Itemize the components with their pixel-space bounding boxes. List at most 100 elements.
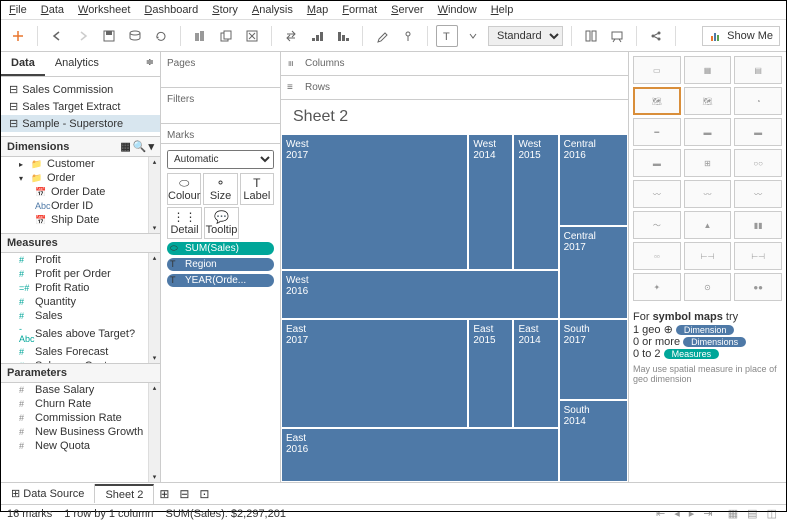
show-me-button[interactable]: Show Me	[702, 26, 780, 46]
chart-type-thumb[interactable]: ▬	[734, 118, 782, 146]
chart-type-thumb[interactable]: ✦	[633, 273, 681, 301]
chart-type-thumb[interactable]: ⊙	[684, 273, 732, 301]
chart-type-thumb[interactable]: ▲	[684, 211, 732, 239]
measure-field[interactable]: -AbcSales above Target?	[1, 323, 160, 345]
parameter-field[interactable]: #Base Salary	[1, 383, 160, 397]
tab-data[interactable]: Data	[1, 52, 45, 76]
presentation-icon[interactable]	[606, 25, 628, 47]
sheet-title[interactable]: Sheet 2	[281, 100, 628, 134]
share-icon[interactable]	[645, 25, 667, 47]
parameter-field[interactable]: #Churn Rate	[1, 397, 160, 411]
treemap-cell[interactable]: West2014	[468, 134, 513, 270]
dimension-field[interactable]: AbcOrder ID	[1, 199, 160, 213]
fit-selector[interactable]: Standard	[488, 26, 563, 46]
filters-shelf[interactable]: Filters	[161, 88, 280, 124]
chart-type-thumb[interactable]: ●●	[734, 273, 782, 301]
label-icon[interactable]: T	[436, 25, 458, 47]
menu-server[interactable]: Server	[391, 4, 423, 16]
menu-map[interactable]: Map	[307, 4, 328, 16]
dimension-field[interactable]: ▸📁Customer	[1, 157, 160, 171]
parameter-field[interactable]: #Commission Rate	[1, 411, 160, 425]
rows-shelf[interactable]: Rows	[281, 76, 628, 100]
parameter-field[interactable]: #New Business Growth	[1, 425, 160, 439]
forward-icon[interactable]	[72, 25, 94, 47]
sort-desc-icon[interactable]	[332, 25, 354, 47]
save-icon[interactable]	[98, 25, 120, 47]
scrollbar[interactable]: ▴▾	[148, 383, 160, 482]
datasource-item[interactable]: ⊟Sales Commission	[1, 81, 160, 98]
tab-menu-icon[interactable]: ≑	[140, 52, 160, 76]
chart-type-thumb[interactable]: 〜	[633, 211, 681, 239]
new-worksheet-icon[interactable]	[189, 25, 211, 47]
chart-type-thumb[interactable]: 🗺	[684, 87, 732, 115]
back-icon[interactable]	[46, 25, 68, 47]
chart-type-thumb[interactable]: ▤	[734, 56, 782, 84]
measure-field[interactable]: =#Profit Ratio	[1, 281, 160, 295]
mark-colour-button[interactable]: ⬭Colour	[167, 173, 201, 205]
search-icon[interactable]: 🔍	[133, 140, 147, 153]
dropdown-icon[interactable]	[462, 25, 484, 47]
dimension-field[interactable]: 📅Ship Date	[1, 213, 160, 227]
mark-type-selector[interactable]: Automatic	[167, 150, 274, 169]
new-worksheet-icon[interactable]: ⊞	[154, 487, 174, 501]
mark-size-button[interactable]: ⚬Size	[203, 173, 237, 205]
treemap-cell[interactable]: South2017	[559, 319, 628, 401]
measure-field[interactable]: #Profit per Order	[1, 267, 160, 281]
measure-field[interactable]: #Sales per Customer	[1, 359, 160, 363]
chart-type-thumb[interactable]: ◔	[734, 87, 782, 115]
menu-data[interactable]: Data	[41, 4, 64, 16]
treemap-cell[interactable]: East2016	[281, 428, 559, 482]
mark-detail-button[interactable]: ⋮⋮Detail	[167, 207, 202, 239]
chart-type-thumb[interactable]: ○○	[734, 149, 782, 177]
pages-shelf[interactable]: Pages	[161, 52, 280, 88]
measure-field[interactable]: #Sales	[1, 309, 160, 323]
dimension-field[interactable]: ▾📁Order	[1, 171, 160, 185]
chart-type-thumb[interactable]: 〰	[734, 180, 782, 208]
chart-type-thumb[interactable]: ⊢⊣	[684, 242, 732, 270]
duplicate-icon[interactable]	[215, 25, 237, 47]
chart-type-thumb[interactable]: ▭	[633, 56, 681, 84]
menu-format[interactable]: Format	[342, 4, 377, 16]
measure-field[interactable]: #Sales Forecast	[1, 345, 160, 359]
treemap-cell[interactable]: West2015	[513, 134, 558, 270]
treemap-cell[interactable]: East2014	[513, 319, 558, 428]
scrollbar[interactable]: ▴▾	[148, 157, 160, 233]
status-nav-icons[interactable]: ⇤ ◂ ▸ ⇥ ▦ ▤ ◫	[656, 507, 780, 520]
chart-type-thumb[interactable]: ━	[633, 118, 681, 146]
menu-icon[interactable]: ▾	[148, 140, 154, 153]
menu-window[interactable]: Window	[438, 4, 477, 16]
treemap-cell[interactable]: West2016	[281, 270, 559, 319]
auto-update-icon[interactable]	[150, 25, 172, 47]
pin-icon[interactable]	[397, 25, 419, 47]
mark-tooltip-button[interactable]: 💬Tooltip	[204, 207, 239, 239]
chart-type-thumb[interactable]: 🗺	[633, 87, 681, 115]
tab-analytics[interactable]: Analytics	[45, 52, 109, 76]
datasource-item[interactable]: ⊟Sales Target Extract	[1, 98, 160, 115]
swap-icon[interactable]	[280, 25, 302, 47]
tab-sheet-2[interactable]: Sheet 2	[95, 484, 154, 504]
view-data-icon[interactable]: ▦	[120, 140, 130, 153]
mark-pill[interactable]: ⬭SUM(Sales)	[167, 242, 274, 255]
menu-help[interactable]: Help	[491, 4, 514, 16]
chart-type-thumb[interactable]: ⊞	[684, 149, 732, 177]
treemap-cell[interactable]: Central2017	[559, 226, 628, 318]
chart-type-thumb[interactable]: 〰	[684, 180, 732, 208]
menu-analysis[interactable]: Analysis	[252, 4, 293, 16]
new-story-icon[interactable]: ⊡	[194, 487, 214, 501]
tab-data-source[interactable]: ⊞ Data Source	[1, 484, 95, 503]
chart-type-thumb[interactable]: ▬	[633, 149, 681, 177]
chart-type-thumb[interactable]: ⊢⊣	[734, 242, 782, 270]
mark-label-button[interactable]: TLabel	[240, 173, 274, 205]
chart-type-thumb[interactable]: ▬	[684, 118, 732, 146]
menu-dashboard[interactable]: Dashboard	[144, 4, 198, 16]
chart-type-thumb[interactable]: ▦	[684, 56, 732, 84]
treemap-cell[interactable]: East2015	[468, 319, 513, 428]
new-dashboard-icon[interactable]: ⊟	[174, 487, 194, 501]
treemap-cell[interactable]: South2014	[559, 400, 628, 482]
columns-shelf[interactable]: Columns	[281, 52, 628, 76]
scrollbar[interactable]: ▴▾	[148, 253, 160, 363]
datasource-item[interactable]: ⊟Sample - Superstore	[1, 115, 160, 132]
treemap-cell[interactable]: West2017	[281, 134, 468, 270]
tableau-logo-icon[interactable]	[7, 25, 29, 47]
treemap-cell[interactable]: Central2016	[559, 134, 628, 226]
